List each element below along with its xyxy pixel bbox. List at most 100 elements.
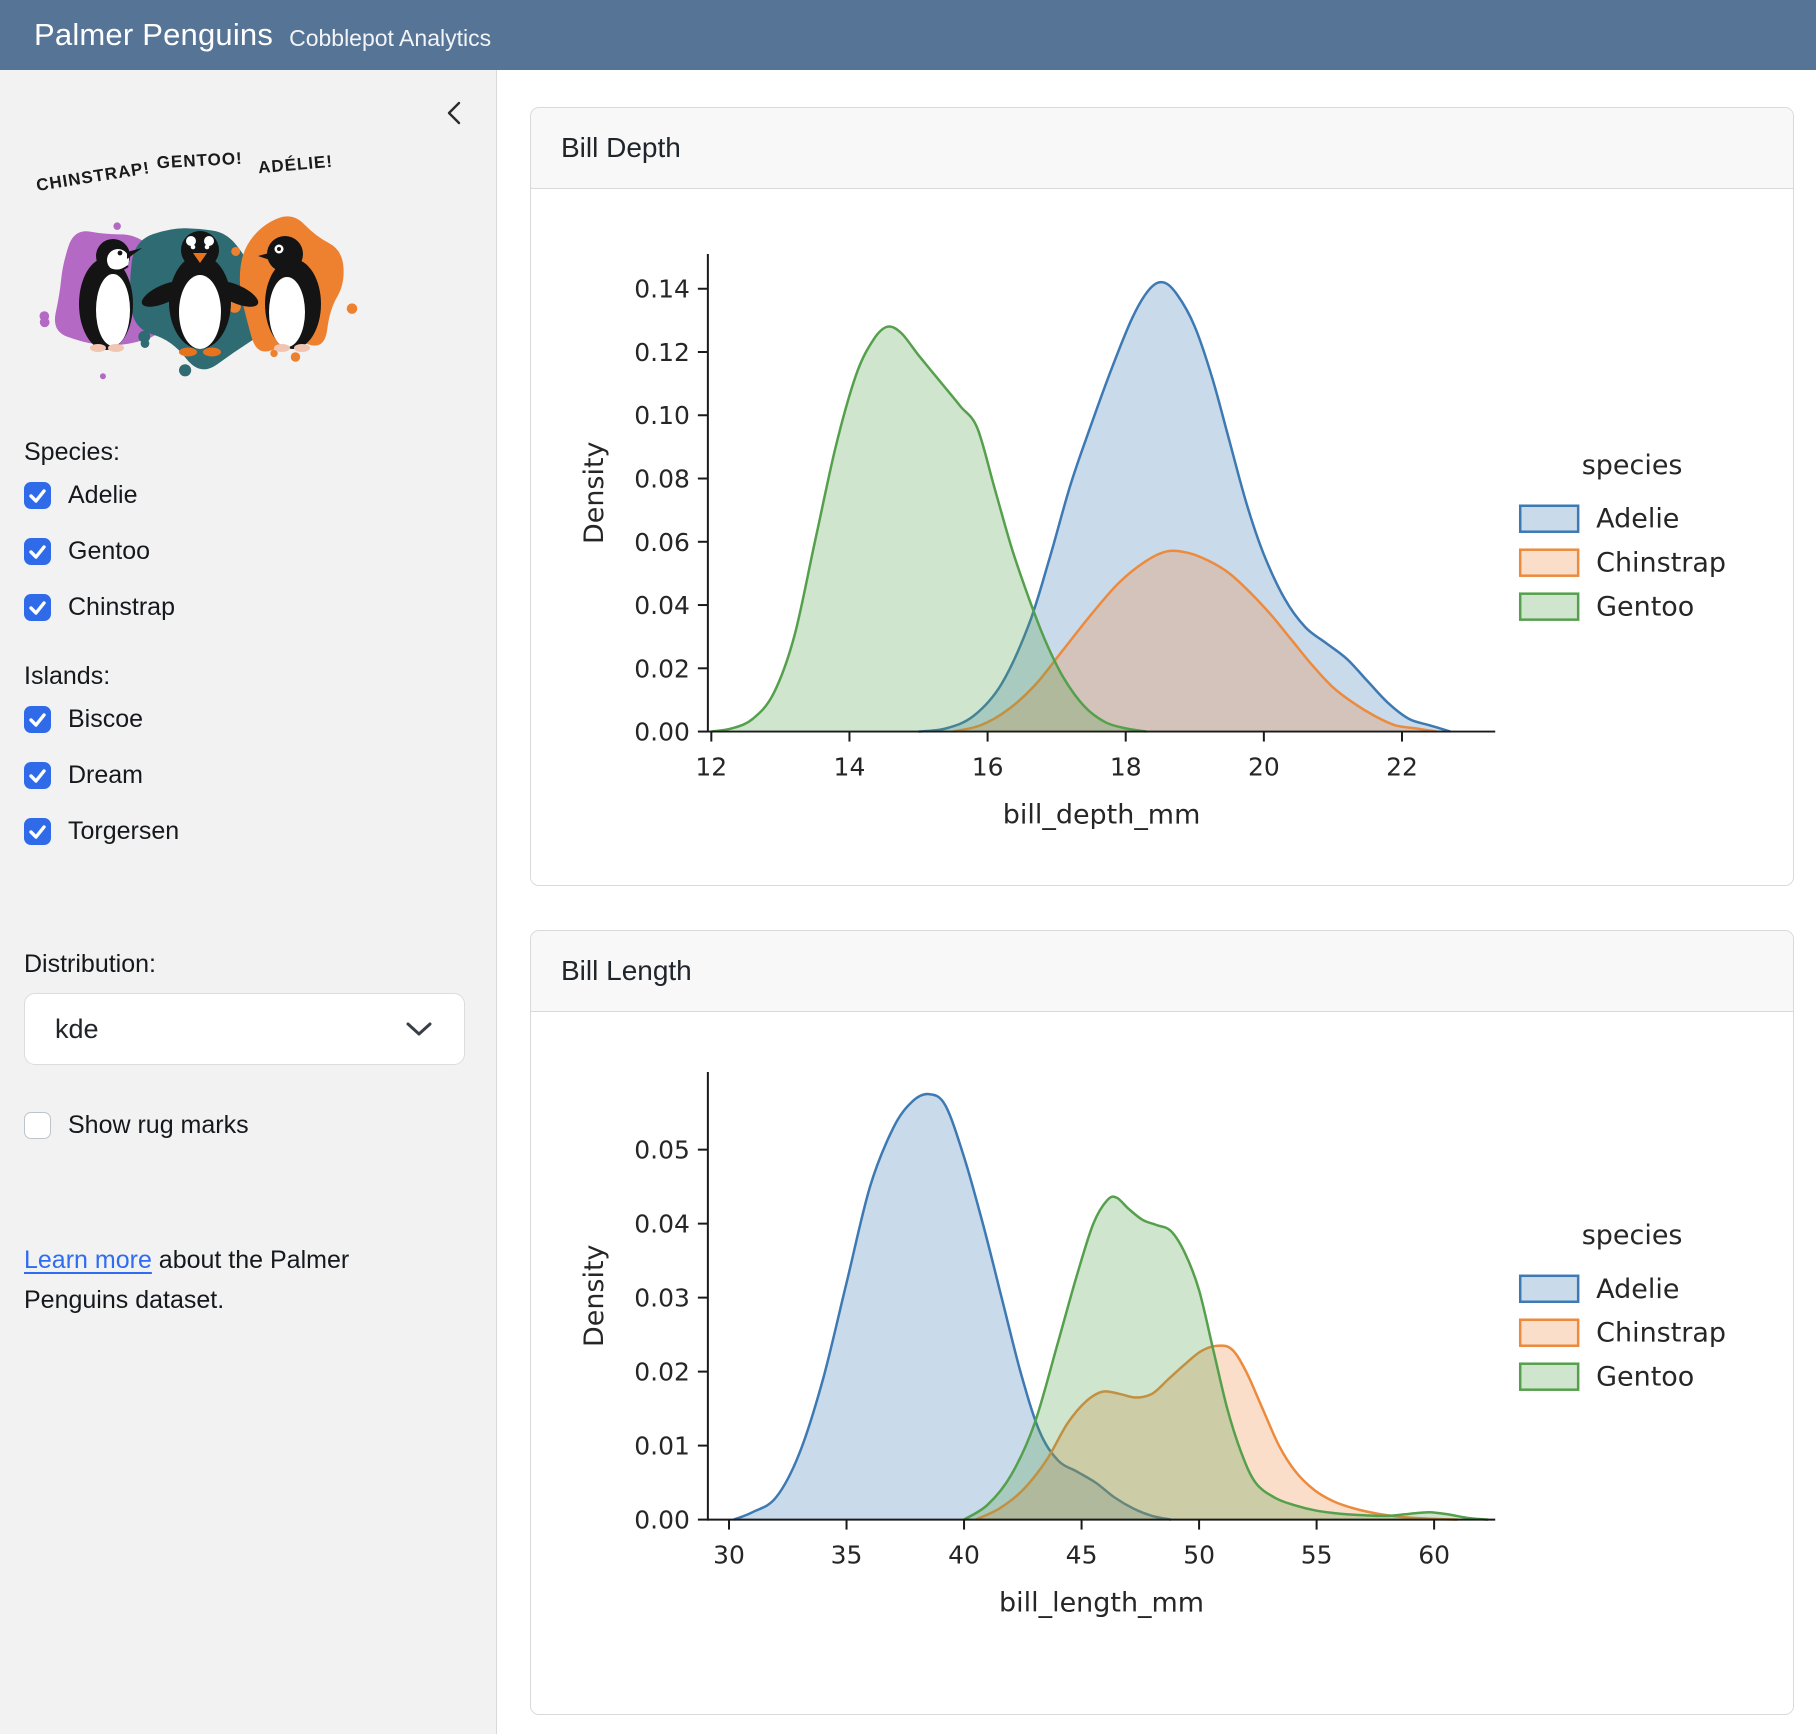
check-icon	[24, 594, 51, 621]
bill-depth-card-header: Bill Depth	[531, 108, 1793, 189]
rug-checkbox[interactable]	[24, 1112, 51, 1139]
bill-depth-card: Bill Depth 1214161820220.000.020.040.060…	[530, 107, 1794, 886]
x-axis-label: bill_depth_mm	[1003, 799, 1201, 830]
y-tick-label: 0.01	[634, 1432, 690, 1461]
x-tick-label: 16	[972, 753, 1004, 782]
island-dream-row[interactable]: Dream	[24, 761, 468, 790]
island-dream-checkbox[interactable]	[24, 762, 51, 789]
check-icon	[24, 482, 51, 509]
island-biscoe-checkbox[interactable]	[24, 706, 51, 733]
y-tick-label: 0.10	[634, 401, 690, 430]
distribution-selected-value: kde	[55, 1014, 99, 1045]
islands-label: Islands:	[24, 662, 468, 691]
x-axis-label: bill_length_mm	[999, 1588, 1204, 1619]
islands-filter-group: Islands: Biscoe Dream Torgersen	[24, 662, 468, 846]
chevron-left-icon	[438, 96, 472, 130]
species-adelie-checkbox[interactable]	[24, 482, 51, 509]
legend-label-gentoo: Gentoo	[1596, 592, 1694, 623]
bill-depth-card-body: 1214161820220.000.020.040.060.080.100.12…	[531, 189, 1793, 885]
island-torgersen-label: Torgersen	[68, 817, 179, 846]
island-biscoe-label: Biscoe	[68, 705, 143, 734]
rug-label: Show rug marks	[68, 1111, 249, 1140]
x-tick-label: 55	[1301, 1541, 1333, 1570]
x-tick-label: 30	[713, 1541, 745, 1570]
legend-title: species	[1582, 450, 1683, 481]
bill-depth-plot: 1214161820220.000.020.040.060.080.100.12…	[531, 189, 1793, 885]
bill-length-card-title: Bill Length	[561, 955, 692, 986]
islands-checkbox-group: Biscoe Dream Torgersen	[24, 705, 468, 846]
x-tick-label: 60	[1418, 1541, 1450, 1570]
gentoo-artwork-label: GENTOO!	[156, 149, 243, 172]
bill-length-card: Bill Length 30 35 40 45 50 55 60 0.00 0.01 0.02 0.…	[530, 930, 1794, 1714]
y-tick-label: 0.14	[634, 275, 690, 304]
species-chinstrap-row[interactable]: Chinstrap	[24, 593, 468, 622]
legend-swatch-adelie	[1520, 506, 1578, 532]
y-tick-label: 0.12	[634, 338, 690, 367]
species-adelie-row[interactable]: Adelie	[24, 481, 468, 510]
distribution-label: Distribution:	[24, 950, 468, 979]
legend-title: species	[1582, 1220, 1683, 1251]
y-tick-label: 0.02	[634, 1358, 690, 1387]
legend-label-adelie: Adelie	[1596, 504, 1679, 535]
species-gentoo-row[interactable]: Gentoo	[24, 537, 468, 566]
x-tick-label: 45	[1066, 1541, 1098, 1570]
learn-more-link[interactable]: Learn more	[24, 1246, 152, 1274]
legend-swatch-adelie	[1520, 1276, 1578, 1302]
sidebar-footer-text: Learn more about the Palmer Penguins dat…	[24, 1240, 454, 1320]
sidebar: CHINSTRAP!GENTOO! ADÉLIE! Species: Adelie…	[0, 70, 497, 1734]
app-subtitle: Cobblepot Analytics	[289, 25, 491, 52]
check-icon	[24, 706, 51, 733]
check-icon	[24, 818, 51, 845]
y-axis-label: Density	[579, 441, 610, 544]
y-tick-label: 0.04	[634, 591, 690, 620]
species-filter-group: Species: Adelie Gentoo Chinstrap	[24, 438, 468, 622]
island-dream-label: Dream	[68, 761, 143, 790]
island-torgersen-checkbox[interactable]	[24, 818, 51, 845]
x-tick-label: 12	[695, 753, 727, 782]
x-tick-label: 20	[1248, 753, 1280, 782]
legend-swatch-gentoo	[1520, 1364, 1578, 1390]
species-gentoo-checkbox[interactable]	[24, 538, 51, 565]
app-title: Palmer Penguins	[34, 17, 273, 53]
penguins-artwork-image: CHINSTRAP!GENTOO! ADÉLIE!	[30, 132, 368, 392]
species-checkbox-group: Adelie Gentoo Chinstrap	[24, 481, 468, 622]
bill-length-card-body: 303540455055600.000.010.020.030.040.05bi…	[531, 1012, 1793, 1713]
species-chinstrap-label: Chinstrap	[68, 593, 175, 622]
legend-label-adelie: Adelie	[1596, 1274, 1679, 1305]
x-tick-label: 40	[948, 1541, 980, 1570]
y-tick-label: 0.05	[634, 1136, 690, 1165]
distribution-group: Distribution: kde	[24, 950, 468, 1065]
y-tick-label: 0.02	[634, 654, 690, 683]
main-content: Bill Depth 1214161820220.000.020.040.060…	[497, 70, 1816, 1734]
legend-label-gentoo: Gentoo	[1596, 1362, 1694, 1393]
app-header: Palmer Penguins Cobblepot Analytics	[0, 0, 1816, 70]
x-tick-label: 50	[1183, 1541, 1215, 1570]
x-tick-label: 18	[1110, 753, 1142, 782]
y-tick-label: 0.00	[634, 718, 690, 747]
distribution-select[interactable]: kde	[24, 993, 465, 1065]
rug-row[interactable]: Show rug marks	[24, 1111, 468, 1140]
plot-legend: speciesAdelieChinstrapGentoo	[1520, 1220, 1726, 1393]
legend-swatch-gentoo	[1520, 594, 1578, 620]
plot-legend: speciesAdelieChinstrapGentoo	[1520, 450, 1726, 623]
y-axis-label: Density	[579, 1245, 610, 1348]
island-torgersen-row[interactable]: Torgersen	[24, 817, 468, 846]
adelie-artwork-label: ADÉLIE!	[257, 152, 333, 177]
check-icon	[24, 762, 51, 789]
legend-swatch-chinstrap	[1520, 550, 1578, 576]
y-tick-label: 0.03	[634, 1284, 690, 1313]
check-icon	[24, 538, 51, 565]
y-tick-label: 0.00	[634, 1506, 690, 1535]
species-label: Species:	[24, 438, 468, 467]
sidebar-collapse-button[interactable]	[438, 96, 472, 130]
x-tick-label: 35	[831, 1541, 863, 1570]
rug-option-holder: Show rug marks	[24, 1111, 468, 1140]
y-tick-label: 0.06	[634, 528, 690, 557]
species-chinstrap-checkbox[interactable]	[24, 594, 51, 621]
chinstrap-artwork-label: CHINSTRAP!	[35, 158, 151, 195]
species-adelie-label: Adelie	[68, 481, 138, 510]
chevron-down-icon	[404, 1020, 434, 1038]
species-gentoo-label: Gentoo	[68, 537, 150, 566]
bill-length-plot: 303540455055600.000.010.020.030.040.05bi…	[531, 1012, 1793, 1713]
island-biscoe-row[interactable]: Biscoe	[24, 705, 468, 734]
